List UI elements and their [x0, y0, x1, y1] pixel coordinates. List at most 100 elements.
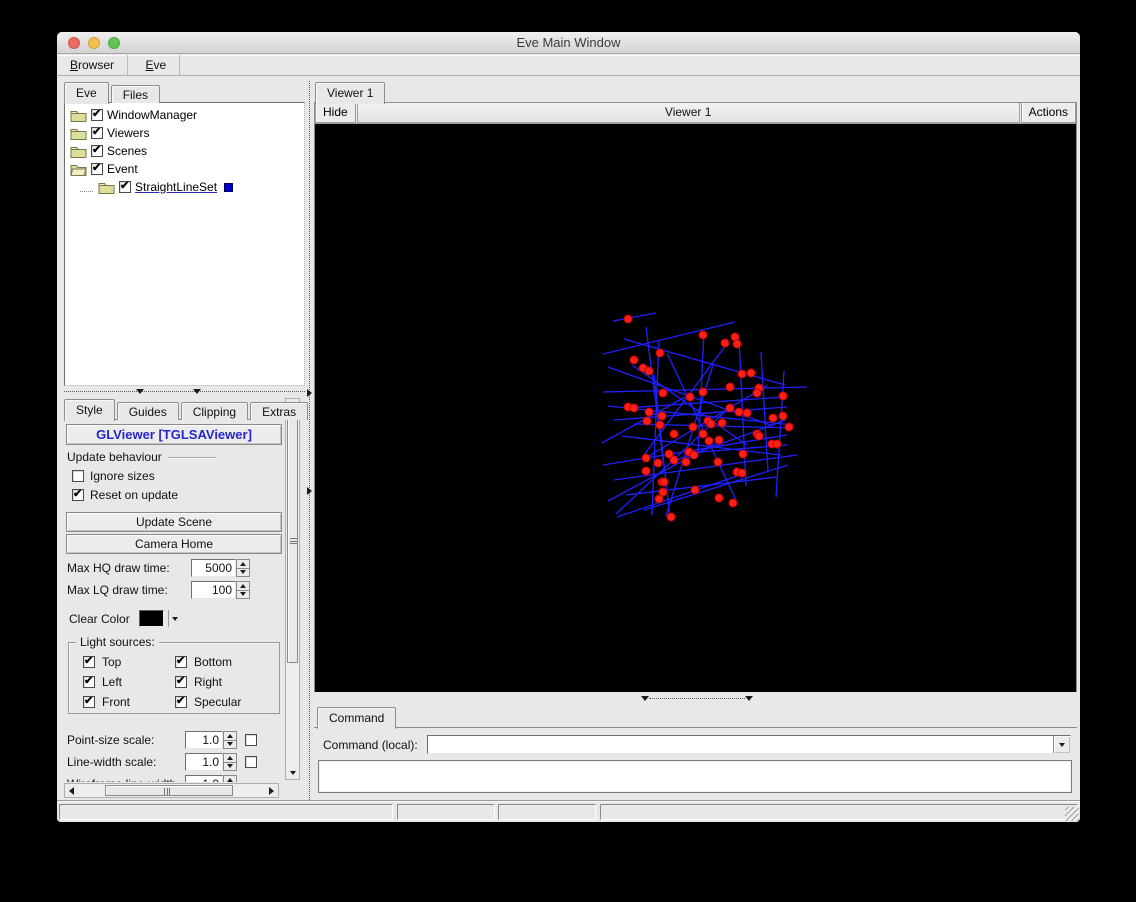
light-right[interactable]: Right [175, 672, 275, 692]
folder-icon [70, 109, 87, 122]
resize-grip[interactable] [1065, 807, 1079, 821]
tree-item-event[interactable]: Event [65, 160, 304, 178]
max-hq-spinner: 5000 [191, 559, 250, 577]
tree-splitter[interactable] [64, 387, 305, 397]
reset-on-update-checkbox[interactable] [72, 489, 84, 501]
command-panel: Command (local): [314, 727, 1077, 800]
scroll-down-button[interactable] [286, 766, 299, 779]
scene-tree: WindowManager Viewers Scenes Event Strai… [64, 102, 305, 386]
checkbox[interactable] [83, 656, 95, 668]
light-label: Front [102, 695, 130, 709]
ignore-sizes-checkbox[interactable] [72, 470, 84, 482]
max-lq-value[interactable]: 100 [191, 581, 236, 599]
max-hq-value[interactable]: 5000 [191, 559, 236, 577]
tab-extras[interactable]: Extras [250, 402, 308, 420]
spin-down-button[interactable] [236, 569, 250, 578]
tree-item-label[interactable]: Scenes [107, 144, 147, 158]
status-cell [59, 804, 393, 820]
tree-item-straightlineset[interactable]: StraightLineSet [65, 178, 304, 196]
glviewer-button[interactable]: GLViewer [TGLSAViewer] [66, 424, 282, 445]
light-label: Top [102, 655, 121, 669]
tab-files[interactable]: Files [111, 85, 160, 103]
tab-style[interactable]: Style [64, 399, 115, 421]
tree-item-label[interactable]: Event [107, 162, 138, 176]
folder-icon [98, 181, 115, 194]
close-button[interactable] [68, 37, 80, 49]
viewer-tabs: Viewer 1 [315, 81, 387, 103]
clear-color-swatch[interactable] [139, 610, 164, 627]
tree-item-scenes[interactable]: Scenes [65, 142, 304, 160]
scroll-left-button[interactable] [65, 784, 78, 797]
splitter-arrow-icon [193, 389, 201, 394]
checkbox[interactable] [91, 109, 103, 121]
light-bottom[interactable]: Bottom [175, 652, 275, 672]
reset-on-update-label: Reset on update [90, 488, 178, 502]
camera-home-button[interactable]: Camera Home [66, 534, 282, 554]
command-combobox [427, 735, 1071, 754]
spin-down-button[interactable] [236, 591, 250, 600]
actions-button[interactable]: Actions [1021, 103, 1076, 123]
spin-down-button[interactable] [223, 741, 237, 750]
tree-item-viewers[interactable]: Viewers [65, 124, 304, 142]
open-folder-icon [70, 163, 87, 176]
update-scene-button[interactable]: Update Scene [66, 512, 282, 532]
checkbox[interactable] [83, 696, 95, 708]
style-vertical-scrollbar[interactable] [285, 398, 300, 780]
checkbox[interactable] [175, 676, 187, 688]
command-dropdown-button[interactable] [1053, 736, 1070, 753]
command-input[interactable] [428, 736, 1053, 753]
viewer-canvas[interactable] [315, 124, 1076, 692]
light-front[interactable]: Front [83, 692, 175, 712]
scrollbar-thumb[interactable] [287, 417, 298, 663]
command-splitter[interactable] [315, 692, 1076, 706]
point-size-checkbox[interactable] [245, 734, 257, 746]
viewer-frame: Hide Viewer 1 Actions [314, 102, 1077, 692]
checkbox[interactable] [175, 656, 187, 668]
viewer-title[interactable]: Viewer 1 [357, 103, 1020, 123]
light-label: Right [194, 675, 222, 689]
checkbox[interactable] [91, 145, 103, 157]
checkbox[interactable] [83, 676, 95, 688]
checkbox[interactable] [91, 163, 103, 175]
minimize-button[interactable] [88, 37, 100, 49]
menu-eve[interactable]: Eve [132, 55, 180, 75]
scroll-right-button[interactable] [265, 784, 278, 797]
style-horizontal-scrollbar[interactable] [64, 783, 279, 798]
checkbox[interactable] [175, 696, 187, 708]
tree-item-label[interactable]: StraightLineSet [135, 180, 217, 194]
spin-up-button[interactable] [236, 559, 250, 569]
tab-eve[interactable]: Eve [64, 82, 109, 104]
title-bar[interactable]: Eve Main Window [57, 32, 1080, 54]
tab-command[interactable]: Command [317, 707, 396, 729]
hide-button[interactable]: Hide [315, 103, 356, 123]
spin-up-button[interactable] [236, 581, 250, 591]
checkbox[interactable] [119, 181, 131, 193]
command-output[interactable] [318, 760, 1072, 793]
light-left[interactable]: Left [83, 672, 175, 692]
scrollbar-thumb[interactable] [105, 785, 233, 796]
tab-viewer-1[interactable]: Viewer 1 [315, 82, 385, 104]
zoom-button[interactable] [108, 37, 120, 49]
tree-item-windowmanager[interactable]: WindowManager [65, 106, 304, 124]
tree-item-label[interactable]: WindowManager [107, 108, 197, 122]
tab-clipping[interactable]: Clipping [181, 402, 248, 420]
line-width-checkbox[interactable] [245, 756, 257, 768]
command-local-label: Command (local): [323, 738, 418, 752]
light-specular[interactable]: Specular [175, 692, 275, 712]
tree-connector [80, 183, 93, 192]
clear-color-dropdown[interactable] [168, 610, 182, 627]
spin-up-button[interactable] [223, 731, 237, 741]
tab-guides[interactable]: Guides [117, 402, 179, 420]
line-width-value[interactable]: 1.0 [185, 753, 223, 771]
spin-down-button[interactable] [223, 763, 237, 772]
wireframe-value[interactable]: 1.0 [185, 775, 223, 782]
splitter-arrow-icon [136, 389, 144, 394]
point-size-value[interactable]: 1.0 [185, 731, 223, 749]
spin-up-button[interactable] [223, 775, 237, 782]
tree-item-label[interactable]: Viewers [107, 126, 149, 140]
item-color-swatch[interactable] [224, 183, 233, 192]
spin-up-button[interactable] [223, 753, 237, 763]
menu-browser[interactable]: Browser [57, 55, 128, 75]
checkbox[interactable] [91, 127, 103, 139]
light-top[interactable]: Top [83, 652, 175, 672]
